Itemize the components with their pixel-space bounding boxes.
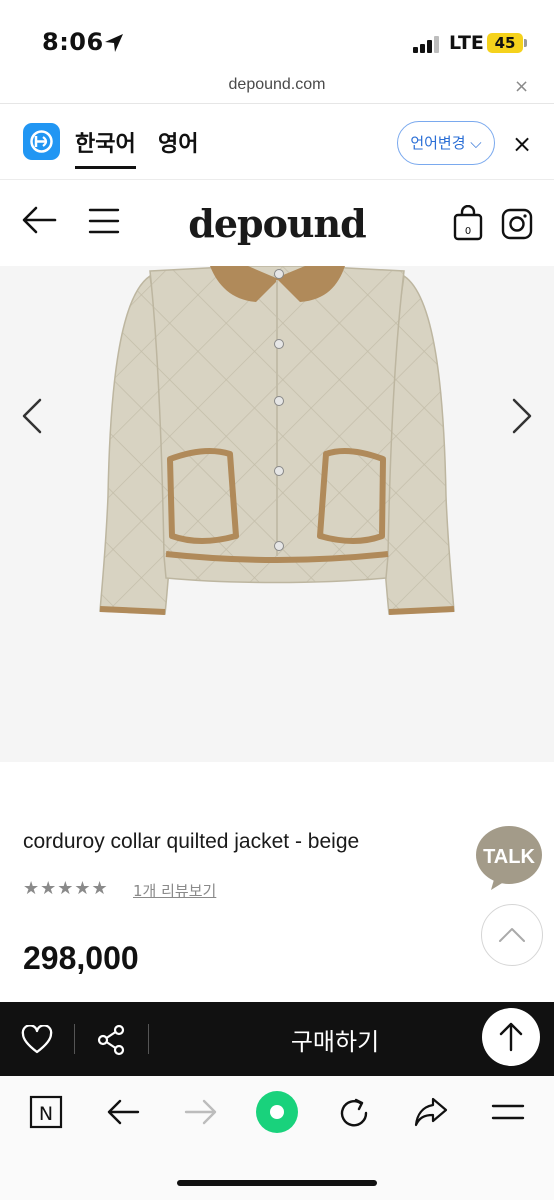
product-title: corduroy collar quilted jacket - beige [23, 830, 360, 853]
review-link[interactable]: 1개 리뷰보기 [133, 880, 216, 901]
network-label: LTE [449, 32, 484, 54]
talk-label: TALK [483, 846, 535, 868]
divider [74, 1024, 75, 1054]
translate-logo-icon [23, 123, 60, 160]
instagram-icon[interactable] [501, 208, 533, 240]
green-dot-home-icon[interactable] [255, 1090, 299, 1134]
translate-bar: 한국어 영어 언어변경 ⌵ × [0, 104, 554, 180]
url-bar[interactable]: depound.com × [0, 72, 554, 104]
next-image-arrow-icon[interactable] [510, 396, 534, 436]
back-icon[interactable] [106, 1098, 140, 1126]
share-forward-icon[interactable] [413, 1096, 449, 1128]
product-image[interactable] [0, 266, 554, 762]
heart-icon[interactable] [21, 1025, 53, 1055]
scroll-top-button[interactable] [481, 904, 543, 966]
translate-close-icon[interactable]: × [512, 130, 532, 158]
home-indicator [177, 1180, 377, 1186]
chevron-up-icon [499, 928, 525, 942]
status-time: 8:06 [42, 28, 104, 56]
signal-icon [413, 35, 443, 53]
tab-korean[interactable]: 한국어 [75, 126, 136, 169]
status-bar: 8:06 LTE 45 [0, 0, 554, 72]
url-close-icon[interactable]: × [514, 76, 529, 97]
url-text[interactable]: depound.com [0, 76, 554, 94]
naver-n-label: N [39, 1103, 53, 1125]
battery-tip [524, 39, 527, 47]
buy-bar: 구매하기 [0, 1002, 554, 1076]
cart-count: 0 [465, 226, 471, 237]
battery-icon: 45 [487, 33, 523, 53]
scroll-up-button[interactable] [482, 1008, 540, 1066]
divider [148, 1024, 149, 1054]
kakao-talk-button[interactable]: TALK [475, 824, 543, 892]
arrow-up-icon [499, 1022, 523, 1052]
menu-icon[interactable] [491, 1102, 525, 1122]
location-arrow-icon [105, 34, 123, 52]
site-header: depound 0 [0, 181, 554, 266]
forward-icon[interactable] [184, 1098, 218, 1126]
rating-stars: ★★★★★ [23, 878, 109, 899]
share-icon[interactable] [96, 1024, 126, 1056]
reload-icon[interactable] [337, 1096, 371, 1130]
jacket-image [99, 266, 455, 615]
cart-icon[interactable]: 0 [452, 205, 484, 241]
product-price: 298,000 [23, 940, 139, 976]
naver-home-icon[interactable]: N [29, 1095, 63, 1129]
change-language-button[interactable]: 언어변경 ⌵ [397, 121, 495, 165]
buy-button[interactable]: 구매하기 [200, 1022, 470, 1057]
prev-image-arrow-icon[interactable] [20, 396, 44, 436]
tab-english[interactable]: 영어 [158, 126, 198, 158]
